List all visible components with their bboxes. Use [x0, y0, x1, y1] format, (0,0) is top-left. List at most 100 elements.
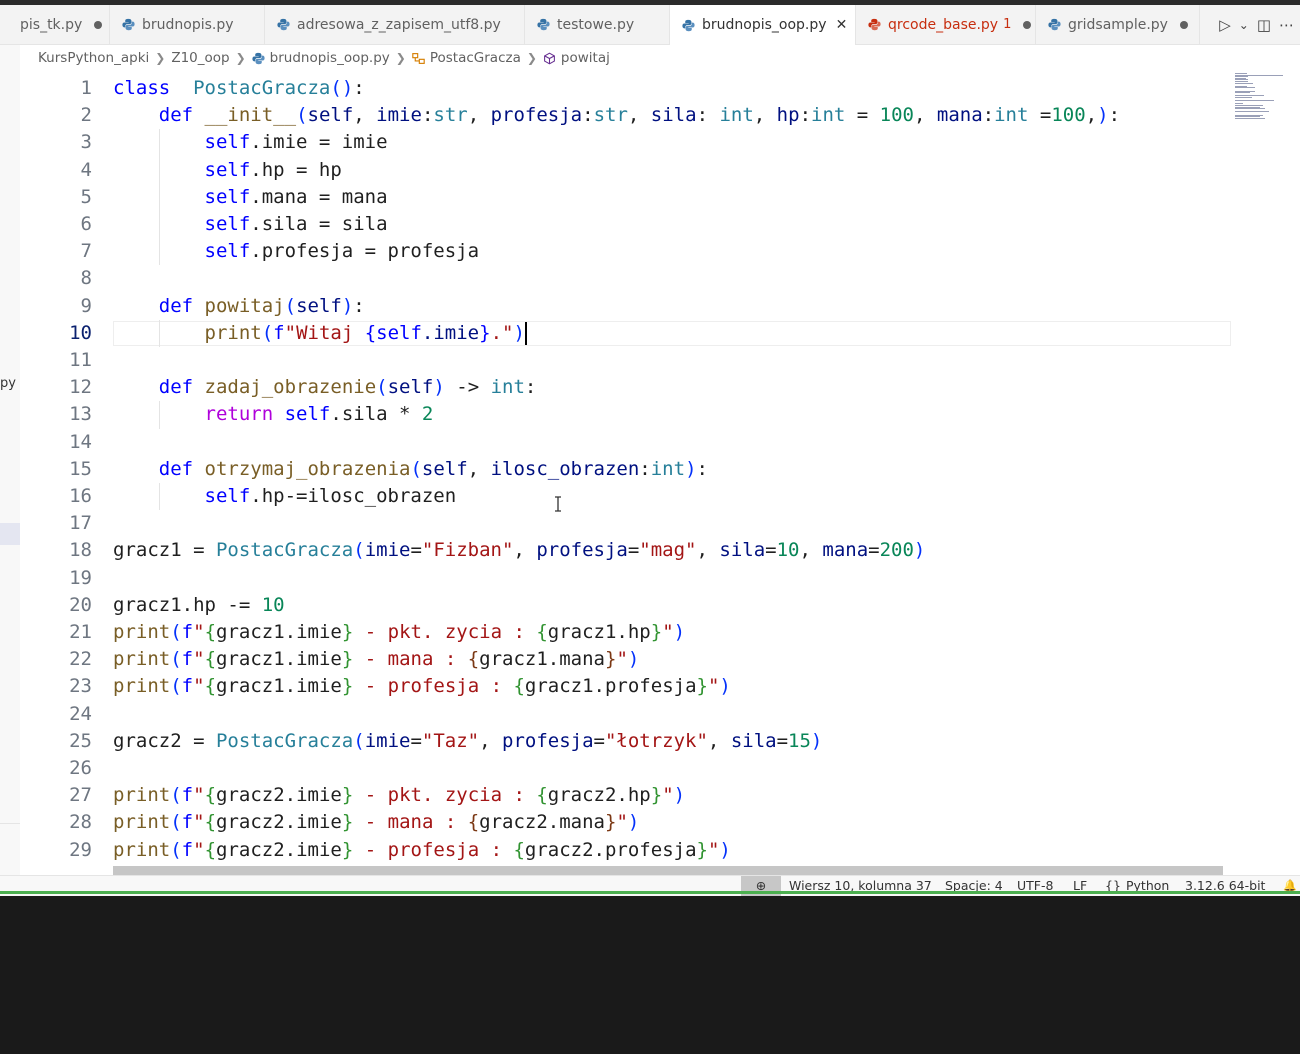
code-token: f — [181, 675, 194, 698]
code-token: def — [158, 294, 194, 317]
line-number: 16 — [69, 485, 92, 507]
code-token: profesja — [536, 539, 628, 562]
code-token: , — [627, 104, 651, 127]
code-token: { — [364, 321, 377, 344]
tab-label: brudnopis.py — [142, 16, 234, 33]
sidebar-fragment: py — [0, 376, 16, 391]
code-line[interactable]: print(f"{gracz1.imie} - mana : {gracz1.m… — [113, 646, 639, 673]
code-line[interactable]: print(f"{gracz1.imie} - pkt. zycia : {gr… — [113, 619, 685, 646]
code-line[interactable]: print(f"{gracz2.imie} - pkt. zycia : {gr… — [113, 782, 685, 809]
tab-pis-tk[interactable]: pis_tk.py — [0, 5, 110, 44]
tab-label: testowe.py — [557, 16, 635, 33]
code-token: f — [181, 811, 194, 834]
code-token: } — [650, 784, 663, 807]
breadcrumb-folder[interactable]: KursPython_apki — [38, 50, 149, 66]
code-token: .sila = sila — [250, 213, 388, 235]
code-token: () — [330, 77, 354, 99]
code-token: ( — [170, 648, 182, 671]
python-file-icon — [682, 19, 695, 31]
code-line[interactable]: def powitaj(self): — [113, 293, 365, 320]
code-token: { — [536, 784, 548, 807]
line-number: 27 — [69, 784, 92, 807]
code-editor[interactable]: 1 2 3 4 5 6 7 8 9 10 11 12 13 14 15 16 17 18 19 20 21 22 23 24 2… — [20, 71, 1300, 875]
code-token: } — [479, 321, 491, 344]
code-line[interactable]: self.imie = imie — [113, 129, 388, 156]
code-line[interactable]: gracz1.hp -= 10 — [113, 592, 285, 619]
line-number: 21 — [69, 621, 92, 643]
code-token: , — [707, 729, 731, 752]
unsaved-dot-icon[interactable] — [1179, 20, 1188, 29]
code-line[interactable]: class PostacGracza(): — [113, 75, 365, 102]
horizontal-scrollbar[interactable] — [113, 866, 1223, 875]
more-actions-icon[interactable]: ⋯ — [1279, 16, 1294, 34]
code-token: } — [605, 811, 617, 834]
line-number: 18 — [69, 539, 92, 562]
code-token: profesja — [502, 729, 594, 752]
minimap[interactable] — [1235, 73, 1297, 123]
tab-brudnopis[interactable]: brudnopis.py — [110, 5, 265, 44]
code-line[interactable]: self.profesja = profesja — [113, 238, 480, 265]
chevron-down-icon[interactable]: ⌄ — [1239, 18, 1249, 32]
code-token: self — [284, 403, 331, 426]
code-token: 100 — [879, 104, 914, 127]
code-token: = — [1028, 104, 1052, 127]
code-token: self — [204, 131, 251, 154]
tab-gridsample[interactable]: gridsample.py — [1036, 5, 1200, 44]
code-token: return — [204, 403, 274, 426]
breadcrumb-file[interactable]: brudnopis_oop.py — [252, 50, 390, 66]
code-token: , — [799, 539, 823, 562]
line-number: 2 — [80, 104, 92, 127]
line-number: 6 — [80, 213, 92, 235]
code-line[interactable]: self.hp = hp — [113, 157, 342, 184]
code-token: } — [605, 648, 617, 671]
code-line[interactable]: self.mana = mana — [113, 184, 388, 211]
line-number: 8 — [80, 267, 92, 290]
code-line[interactable]: gracz2 = PostacGracza(imie="Taz", profes… — [113, 728, 822, 755]
split-editor-icon[interactable]: ◫ — [1257, 16, 1271, 34]
code-line[interactable]: gracz1 = PostacGracza(imie="Fizban", pro… — [113, 537, 925, 564]
breadcrumb-folder[interactable]: Z10_oop — [171, 50, 229, 66]
code-line[interactable]: print(f"Witaj {self.imie}.") — [113, 320, 525, 347]
code-token: " — [193, 648, 205, 671]
tab-adresowa[interactable]: adresowa_z_zapisem_utf8.py — [265, 5, 525, 44]
breadcrumb-class[interactable]: PostacGracza — [412, 50, 521, 66]
code-line[interactable]: def __init__(self, imie:str, profesja:st… — [113, 102, 1120, 129]
code-token: mana — [822, 539, 869, 562]
code-token: str — [593, 104, 628, 127]
code-token: = — [776, 729, 789, 752]
text-caret — [524, 321, 527, 345]
tab-qrcode-base[interactable]: qrcode_base.py 1 — [856, 5, 1036, 44]
code-token: print — [204, 321, 262, 344]
line-number: 28 — [69, 811, 92, 834]
code-line[interactable]: def zadaj_obrazenie(self) -> int: — [113, 374, 537, 401]
code-line[interactable]: return self.sila * 2 — [113, 401, 434, 428]
unsaved-dot-icon[interactable] — [1023, 20, 1032, 29]
code-line[interactable]: self.sila = sila — [113, 211, 388, 238]
tab-brudnopis-oop[interactable]: brudnopis_oop.py ✕ — [670, 5, 856, 45]
code-line[interactable]: self.hp-=ilosc_obrazen — [113, 483, 457, 510]
breadcrumb-method[interactable]: powitaj — [543, 50, 610, 66]
code-token: " — [662, 784, 674, 807]
code-token: = — [868, 539, 880, 562]
code-line[interactable]: print(f"{gracz1.imie} - profesja : {grac… — [113, 673, 731, 700]
code-token: 2 — [421, 403, 434, 426]
run-icon[interactable]: ▷ — [1219, 16, 1231, 34]
unsaved-dot-icon[interactable] — [94, 20, 103, 29]
desktop-background — [0, 899, 1300, 1054]
code-token: f — [181, 784, 194, 807]
code-line[interactable]: print(f"{gracz2.imie} - mana : {gracz2.m… — [113, 809, 639, 836]
line-number: 7 — [80, 240, 92, 263]
tab-testowe[interactable]: testowe.py — [525, 5, 670, 44]
code-token: , — [479, 729, 502, 752]
text-cursor-icon — [555, 496, 561, 512]
code-line[interactable]: print(f"{gracz2.imie} - profesja : {grac… — [113, 837, 731, 864]
sidebar-selected-row[interactable] — [0, 523, 20, 545]
code-token: f — [181, 648, 194, 671]
close-icon[interactable]: ✕ — [836, 17, 848, 33]
code-line[interactable]: def otrzymaj_obrazenia(self, ilosc_obraz… — [113, 456, 708, 483]
code-token: : — [353, 294, 365, 317]
